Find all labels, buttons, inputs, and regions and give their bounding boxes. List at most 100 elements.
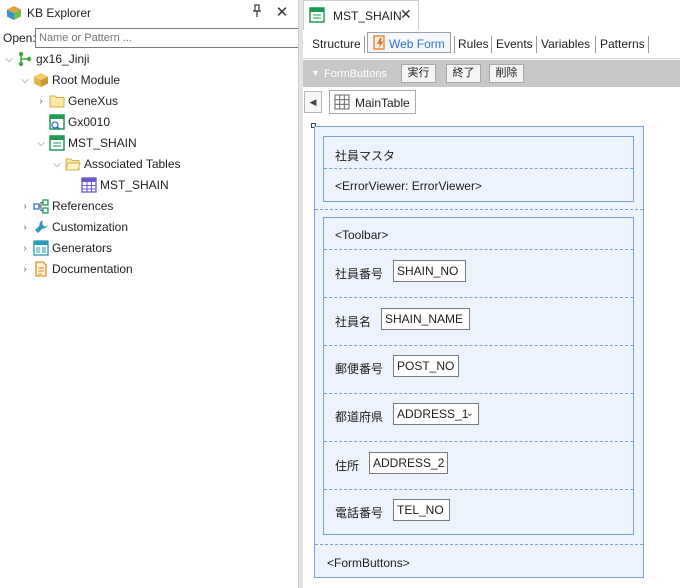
module-icon — [33, 72, 49, 88]
transaction-icon — [49, 135, 65, 151]
tree-item-associated-tables[interactable]: ⌵ Associated Tables — [51, 154, 181, 174]
label-post-no: 郵便番号 — [335, 362, 384, 376]
close-tab-icon[interactable]: ✕ — [400, 6, 412, 23]
tree-item-generators[interactable]: › Generators — [19, 238, 112, 258]
folder-icon — [49, 93, 65, 109]
tab-separator — [454, 36, 455, 53]
toolbar-placeholder[interactable]: <Toolbar> — [335, 228, 388, 242]
documentation-icon — [33, 261, 49, 277]
field-tel-no[interactable]: TEL_NO — [393, 499, 450, 521]
chevron-down-icon[interactable]: ⌵ — [35, 138, 47, 149]
tab-separator — [648, 36, 649, 53]
pin-icon[interactable] — [250, 4, 264, 20]
form-buttons-placeholder[interactable]: <FormButtons> — [327, 556, 410, 570]
form-title: 社員マスタ — [335, 149, 396, 163]
dropdown-value: ADDRESS_1 — [397, 407, 469, 421]
row-divider — [324, 297, 633, 298]
tree-label: gx16_Jinji — [36, 52, 90, 66]
wrench-icon — [33, 219, 49, 235]
tree-item-table-mst-shain[interactable]: MST_SHAIN — [67, 175, 169, 195]
chevron-right-icon[interactable]: › — [35, 96, 47, 107]
tree-label: Root Module — [52, 73, 121, 87]
field-address-1-dropdown[interactable]: ADDRESS_1 ⌄ — [393, 403, 479, 425]
document-tab-label: MST_SHAIN — [333, 9, 402, 23]
tree-item-references[interactable]: › References — [19, 196, 113, 216]
close-panel-icon[interactable]: ✕ — [274, 3, 290, 21]
open-search-input[interactable] — [35, 28, 301, 48]
row-divider — [315, 544, 643, 545]
open-label: Open: — [3, 31, 36, 45]
generators-icon — [33, 240, 49, 256]
folder-open-icon — [65, 156, 81, 172]
chevron-down-icon[interactable]: ⌵ — [19, 75, 31, 86]
label-shain-name: 社員名 — [335, 315, 372, 329]
tree-label: MST_SHAIN — [68, 136, 137, 150]
label-address-1: 都道府県 — [335, 410, 384, 424]
row-divider — [324, 168, 633, 169]
tab-variables[interactable]: Variables — [541, 36, 590, 52]
row-divider — [324, 249, 633, 250]
chevron-right-icon[interactable]: › — [19, 264, 31, 275]
tree-label: MST_SHAIN — [100, 178, 169, 192]
tab-separator — [536, 36, 537, 53]
tree-item-documentation[interactable]: › Documentation — [19, 259, 133, 279]
tree-label: References — [52, 199, 114, 213]
chevron-right-icon[interactable]: › — [19, 243, 31, 254]
tree-item-kb-root[interactable]: ⌵ gx16_Jinji — [3, 49, 89, 69]
tree-label: Customization — [52, 220, 129, 234]
tree-label: GeneXus — [68, 94, 119, 108]
label-tel-no: 電話番号 — [335, 506, 384, 520]
execute-button[interactable]: 実行 — [401, 64, 436, 83]
tree-item-customization[interactable]: › Customization — [19, 217, 128, 237]
tree-item-mst-shain[interactable]: ⌵ MST_SHAIN — [35, 133, 137, 153]
tab-separator — [491, 36, 492, 53]
kb-root-icon — [17, 51, 33, 67]
field-shain-no[interactable]: SHAIN_NO — [393, 260, 466, 282]
chevron-down-icon[interactable]: ⌵ — [51, 159, 63, 170]
row-divider — [324, 393, 633, 394]
row-divider — [324, 441, 633, 442]
transaction-icon — [309, 7, 325, 23]
tree-item-gx0010[interactable]: Gx0010 — [35, 112, 110, 132]
tab-separator — [364, 36, 365, 53]
tree-label: Generators — [52, 241, 113, 255]
chevron-right-icon[interactable]: › — [19, 201, 31, 212]
tree-item-genexus[interactable]: › GeneXus — [35, 91, 118, 111]
table-icon — [81, 177, 97, 193]
main-table-label: MainTable — [355, 96, 410, 110]
form-buttons-title: FormButtons — [324, 68, 387, 80]
tree-label: Gx0010 — [68, 115, 111, 129]
tab-structure[interactable]: Structure — [312, 36, 361, 52]
exit-button[interactable]: 終了 — [446, 64, 481, 83]
field-shain-name[interactable]: SHAIN_NAME — [381, 308, 470, 330]
kb-explorer-panel: KB Explorer ✕ Open: ⌵ gx16_Jinji ⌵ Root … — [0, 0, 301, 588]
web-panel-icon — [49, 114, 65, 130]
tab-events[interactable]: Events — [496, 36, 533, 52]
kb-explorer-title: KB Explorer — [27, 6, 92, 20]
label-address-2: 住所 — [335, 459, 360, 473]
error-viewer[interactable]: <ErrorViewer: ErrorViewer> — [335, 179, 482, 193]
tree-label: Documentation — [52, 262, 133, 276]
chevron-right-icon[interactable]: › — [19, 222, 31, 233]
tab-web-form-label: Web Form — [389, 37, 445, 51]
collapse-arrow-icon[interactable]: ▼ — [311, 68, 320, 78]
grid-table-icon — [334, 94, 350, 110]
field-post-no[interactable]: POST_NO — [393, 355, 459, 377]
chevron-down-icon[interactable]: ⌄ — [466, 404, 474, 424]
kb-explorer-icon — [6, 5, 22, 21]
collapse-left-icon[interactable]: ◀ — [304, 91, 322, 113]
label-shain-no: 社員番号 — [335, 267, 384, 281]
row-divider — [324, 489, 633, 490]
references-icon — [33, 198, 49, 214]
tab-separator — [595, 36, 596, 53]
field-address-2[interactable]: ADDRESS_2 — [369, 452, 448, 474]
delete-button[interactable]: 削除 — [489, 64, 524, 83]
tab-rules[interactable]: Rules — [458, 36, 489, 52]
row-divider — [324, 345, 633, 346]
chevron-down-icon[interactable]: ⌵ — [3, 54, 15, 65]
tree-label: Associated Tables — [84, 157, 181, 171]
row-divider — [315, 209, 643, 210]
tree-item-root-module[interactable]: ⌵ Root Module — [19, 70, 120, 90]
web-form-icon — [373, 35, 387, 50]
tab-patterns[interactable]: Patterns — [600, 36, 645, 52]
